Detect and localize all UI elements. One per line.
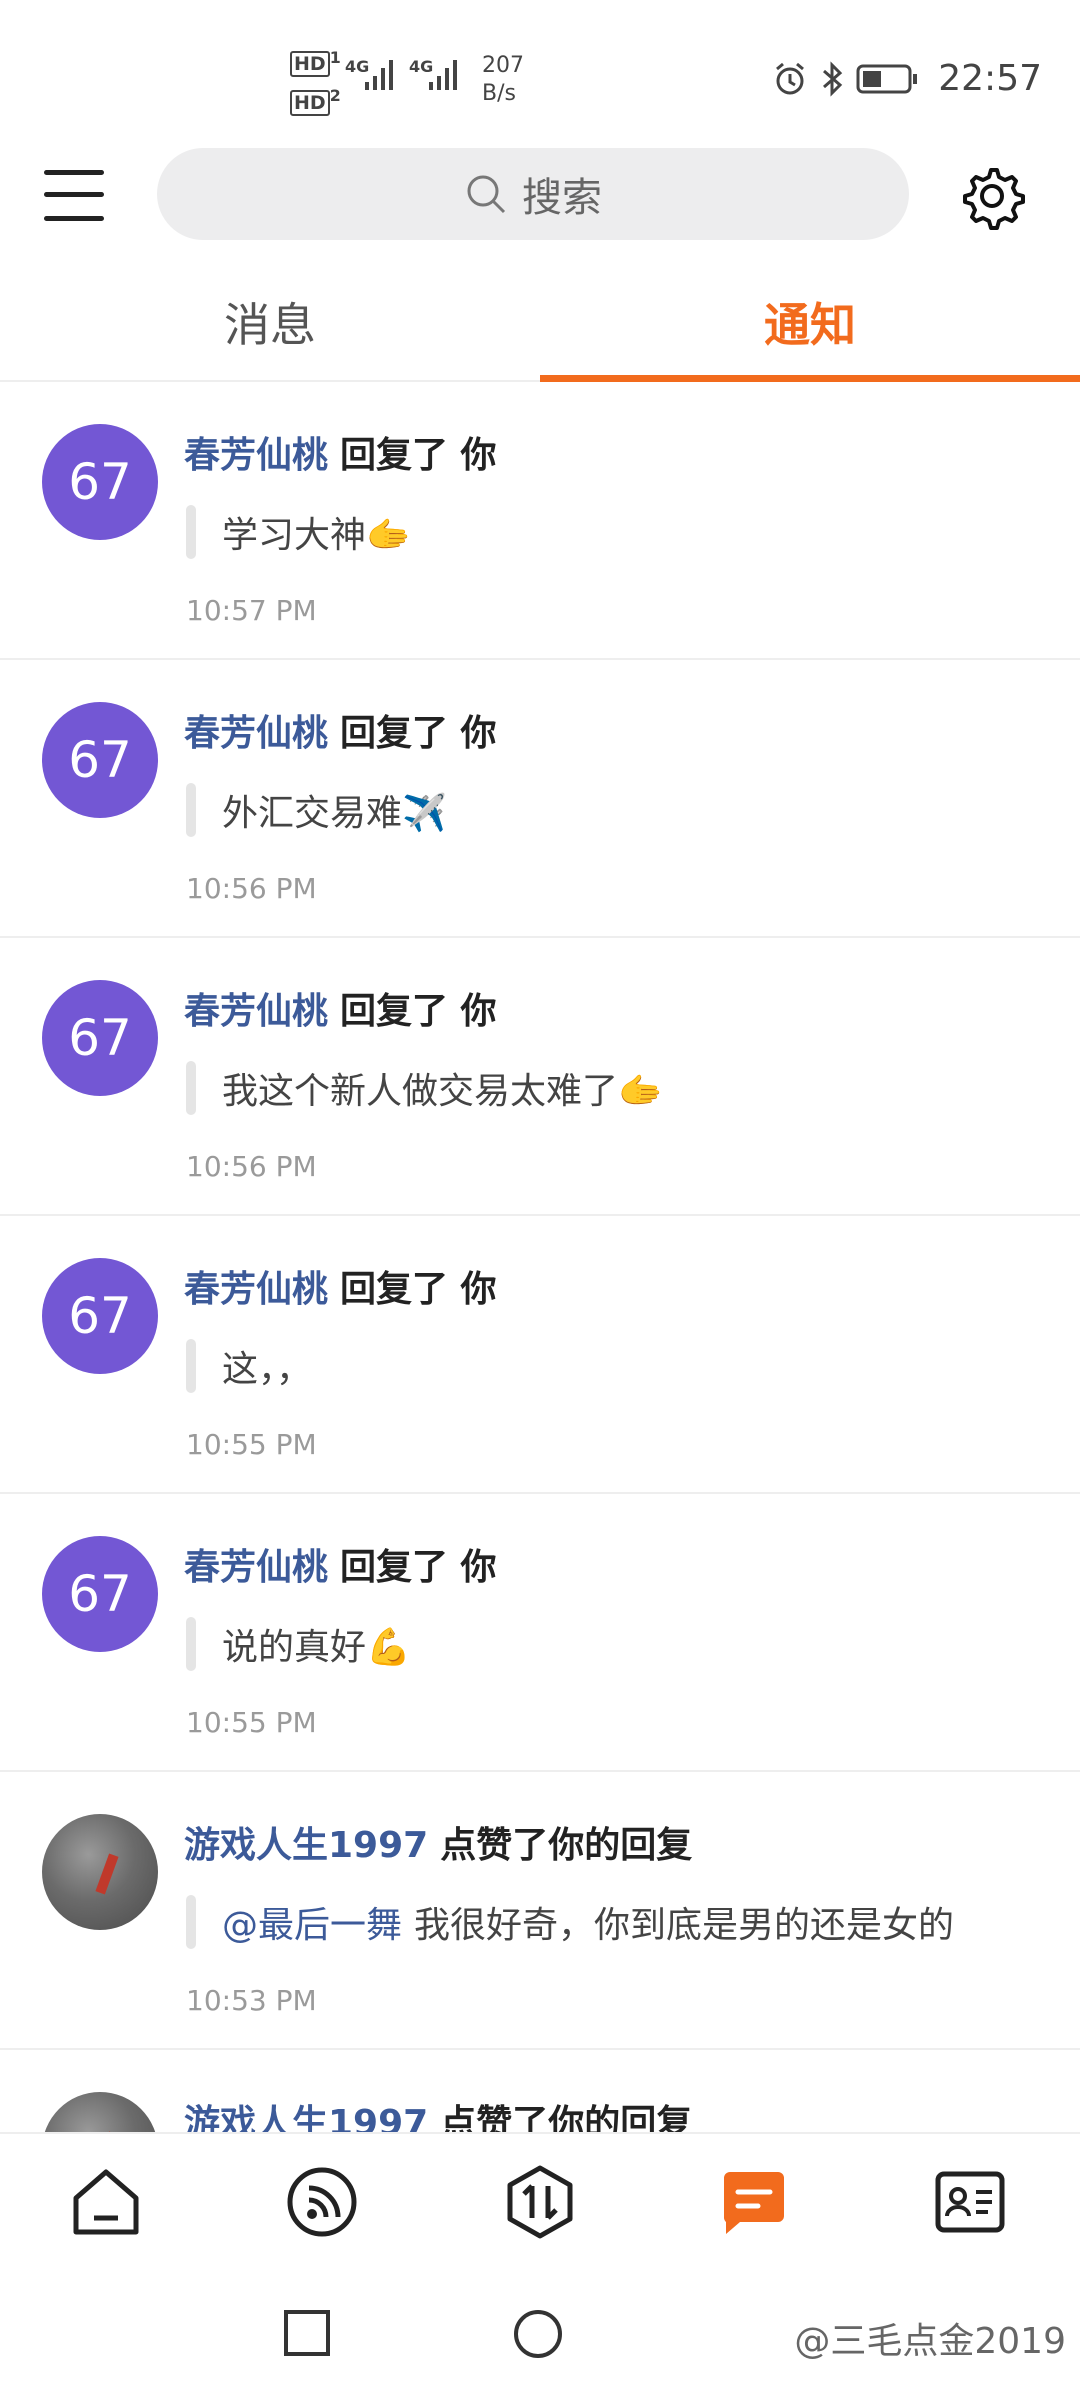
search-placeholder: 搜索: [522, 175, 602, 221]
status-right: 22:57: [772, 58, 1042, 99]
notification-item[interactable]: 67 春芳仙桃 回复了 你 外汇交易难✈️ 10:56 PM: [0, 660, 1080, 938]
clock: 22:57: [938, 58, 1042, 99]
active-tab-indicator: [540, 375, 1080, 382]
hd1-badge: HD: [290, 51, 330, 78]
reply-quote: 外汇交易难✈️: [186, 782, 447, 838]
timestamp: 10:55 PM: [186, 1706, 317, 1739]
action-text: 回复了 你: [340, 435, 497, 476]
timestamp: 10:53 PM: [186, 1984, 317, 2017]
username[interactable]: 春芳仙桃: [184, 1547, 328, 1588]
recents-square-icon[interactable]: [282, 2308, 332, 2358]
system-navigation-bar: @三毛点金2019: [0, 2268, 1080, 2400]
watermark: @三毛点金2019: [794, 2321, 1066, 2362]
svg-text:4G: 4G: [409, 57, 433, 76]
notification-item[interactable]: 67 春芳仙桃 回复了 你 说的真好💪 10:55 PM: [0, 1494, 1080, 1772]
hd2-badge: HD: [290, 89, 330, 116]
signal-icon: 4G 4G: [345, 57, 457, 90]
notification-title: 游戏人生1997 点赞了你的回复: [184, 2094, 692, 2132]
notification-item[interactable]: 67 春芳仙桃 回复了 你 这，， 10:55 PM: [0, 1216, 1080, 1494]
notification-item[interactable]: 67 春芳仙桃 回复了 你 学习大神🫱 10:57 PM: [0, 382, 1080, 660]
timestamp: 10:56 PM: [186, 1150, 317, 1183]
quote-bar: [186, 505, 196, 559]
hd-indicators: HD 1 HD 2: [290, 46, 341, 123]
notification-title: 春芳仙桃 回复了 你: [184, 426, 497, 478]
username[interactable]: 春芳仙桃: [184, 713, 328, 754]
reply-content: 这，，: [222, 1349, 313, 1390]
reply-quote: 我这个新人做交易太难了🫱: [186, 1060, 663, 1116]
username[interactable]: 春芳仙桃: [184, 991, 328, 1032]
feed-icon[interactable]: [282, 2162, 362, 2242]
bottom-navigation: [0, 2132, 1080, 2270]
reply-quote: @最后一舞 我很好奇，你到底是男的还是女的: [186, 1894, 954, 1950]
bluetooth-icon: [823, 60, 843, 97]
notification-list: 67 春芳仙桃 回复了 你 学习大神🫱 10:57 PM 67 春芳仙桃 回复了 你…: [0, 382, 1080, 2132]
profile-card-icon[interactable]: [930, 2162, 1010, 2242]
reply-content: 我这个新人做交易太难了🫱: [222, 1071, 663, 1112]
notification-title: 春芳仙桃 回复了 你: [184, 982, 497, 1034]
timestamp: 10:56 PM: [186, 872, 317, 905]
avatar[interactable]: 67: [42, 1536, 158, 1652]
reply-quote: 学习大神🫱: [186, 504, 411, 560]
home-circle-icon[interactable]: [512, 2308, 564, 2360]
notification-item[interactable]: 游戏人生1997 点赞了你的回复 @最后一舞 我很好奇，你到底是男的还是女的 10:…: [0, 1772, 1080, 2050]
notification-title: 游戏人生1997 点赞了你的回复: [184, 1816, 692, 1868]
username[interactable]: 游戏人生1997: [184, 2103, 428, 2132]
avatar[interactable]: 67: [42, 1258, 158, 1374]
reply-content: 说的真好💪: [222, 1627, 411, 1668]
username[interactable]: 游戏人生1997: [184, 1825, 428, 1866]
avatar[interactable]: 67: [42, 424, 158, 540]
settings-gear-icon[interactable]: [956, 160, 1028, 232]
timestamp: 10:55 PM: [186, 1428, 317, 1461]
quote-bar: [186, 1339, 196, 1393]
reply-quote: 说的真好💪: [186, 1616, 411, 1672]
home-icon[interactable]: [66, 2162, 146, 2242]
tab-notifications[interactable]: 通知: [540, 280, 1080, 380]
username[interactable]: 春芳仙桃: [184, 1269, 328, 1310]
avatar[interactable]: 67: [42, 702, 158, 818]
network-speed: 207 B/s: [482, 53, 524, 106]
avatar-photo-detail: [95, 1853, 119, 1895]
action-text: 点赞了你的回复: [440, 2103, 693, 2132]
alarm-icon: [776, 62, 805, 94]
battery-icon: [856, 64, 918, 93]
notification-title: 春芳仙桃 回复了 你: [184, 1260, 497, 1312]
action-text: 回复了 你: [340, 713, 497, 754]
reply-content: 外汇交易难✈️: [222, 793, 447, 834]
avatar[interactable]: [42, 1814, 158, 1930]
mention-link[interactable]: @最后一舞: [222, 1905, 402, 1946]
reply-quote: 这，，: [186, 1338, 312, 1394]
action-text: 回复了 你: [340, 1547, 497, 1588]
username[interactable]: 春芳仙桃: [184, 435, 328, 476]
tab-messages[interactable]: 消息: [0, 280, 540, 380]
notification-item[interactable]: 67 春芳仙桃 回复了 你 我这个新人做交易太难了🫱 10:56 PM: [0, 938, 1080, 1216]
action-text: 回复了 你: [340, 1269, 497, 1310]
avatar[interactable]: 67: [42, 980, 158, 1096]
search-icon: [467, 175, 506, 214]
tab-bar: 消息 通知: [0, 280, 1080, 382]
menu-button[interactable]: [44, 166, 110, 224]
status-bar: HD 1 HD 2 4G 4G 207 B/s 22:57: [0, 0, 1080, 140]
notification-item[interactable]: 游戏人生1997 点赞了你的回复: [0, 2050, 1080, 2132]
notification-title: 春芳仙桃 回复了 你: [184, 1538, 497, 1590]
reply-content: @最后一舞 我很好奇，你到底是男的还是女的: [222, 1905, 955, 1946]
svg-text:4G: 4G: [345, 57, 369, 76]
notifications-icon[interactable]: [714, 2162, 794, 2242]
avatar[interactable]: [42, 2092, 158, 2132]
notification-title: 春芳仙桃 回复了 你: [184, 704, 497, 756]
action-text: 点赞了你的回复: [440, 1825, 693, 1866]
reply-content: 学习大神🫱: [222, 515, 411, 556]
action-text: 回复了 你: [340, 991, 497, 1032]
quote-bar: [186, 1895, 196, 1949]
quote-bar: [186, 1617, 196, 1671]
timestamp: 10:57 PM: [186, 594, 317, 627]
trade-icon[interactable]: [500, 2162, 580, 2242]
top-bar: 搜索: [0, 140, 1080, 260]
quote-bar: [186, 1061, 196, 1115]
search-bar[interactable]: 搜索: [157, 148, 909, 240]
quote-bar: [186, 783, 196, 837]
